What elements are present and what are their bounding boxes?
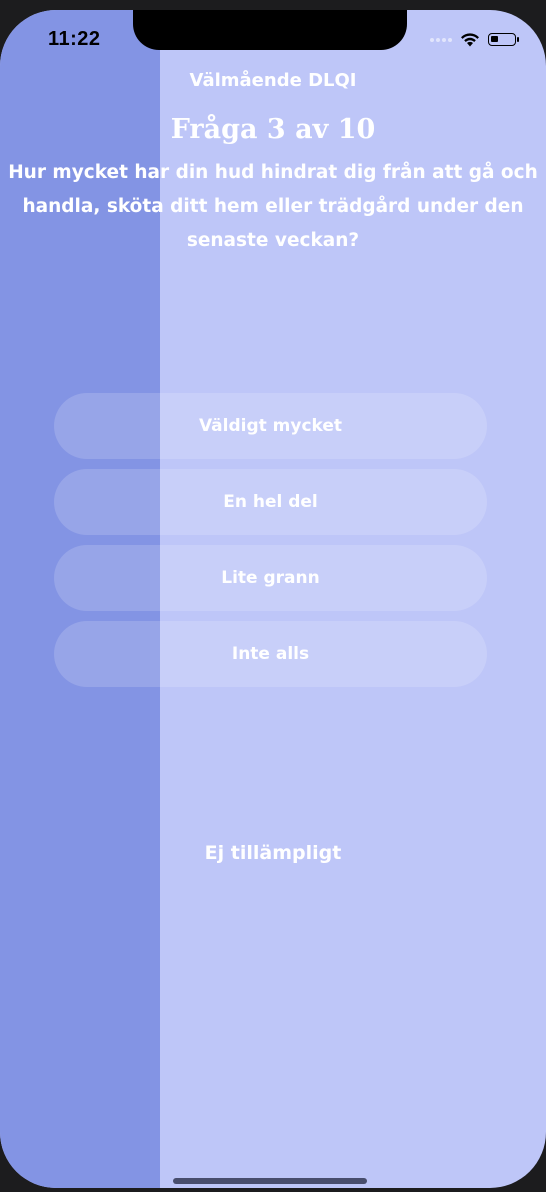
- app-screen: 11:22 Välmående DLQI Fråga 3 av 10 Hur m…: [0, 10, 546, 1188]
- not-applicable-button[interactable]: Ej tillämpligt: [0, 842, 546, 864]
- app-title: Välmående DLQI: [189, 70, 357, 91]
- wifi-icon: [461, 33, 479, 47]
- question-counter: Fråga 3 av 10: [170, 114, 376, 145]
- cellular-dots-icon: [430, 37, 452, 42]
- answer-option-valdigt-mycket[interactable]: Väldigt mycket: [54, 393, 487, 459]
- answer-options: Väldigt mycket En hel del Lite grann Int…: [54, 393, 487, 697]
- status-icons: [430, 32, 519, 47]
- battery-icon: [488, 33, 519, 46]
- home-indicator[interactable]: [173, 1178, 367, 1184]
- device-frame: 11:22 Välmående DLQI Fråga 3 av 10 Hur m…: [0, 0, 546, 1192]
- question-text: Hur mycket har din hud hindrat dig från …: [8, 162, 538, 251]
- answer-option-en-hel-del[interactable]: En hel del: [54, 469, 487, 535]
- answer-option-lite-grann[interactable]: Lite grann: [54, 545, 487, 611]
- device-notch: [133, 10, 407, 50]
- battery-level: [491, 36, 498, 42]
- answer-option-inte-alls[interactable]: Inte alls: [54, 621, 487, 687]
- status-time: 11:22: [48, 28, 101, 50]
